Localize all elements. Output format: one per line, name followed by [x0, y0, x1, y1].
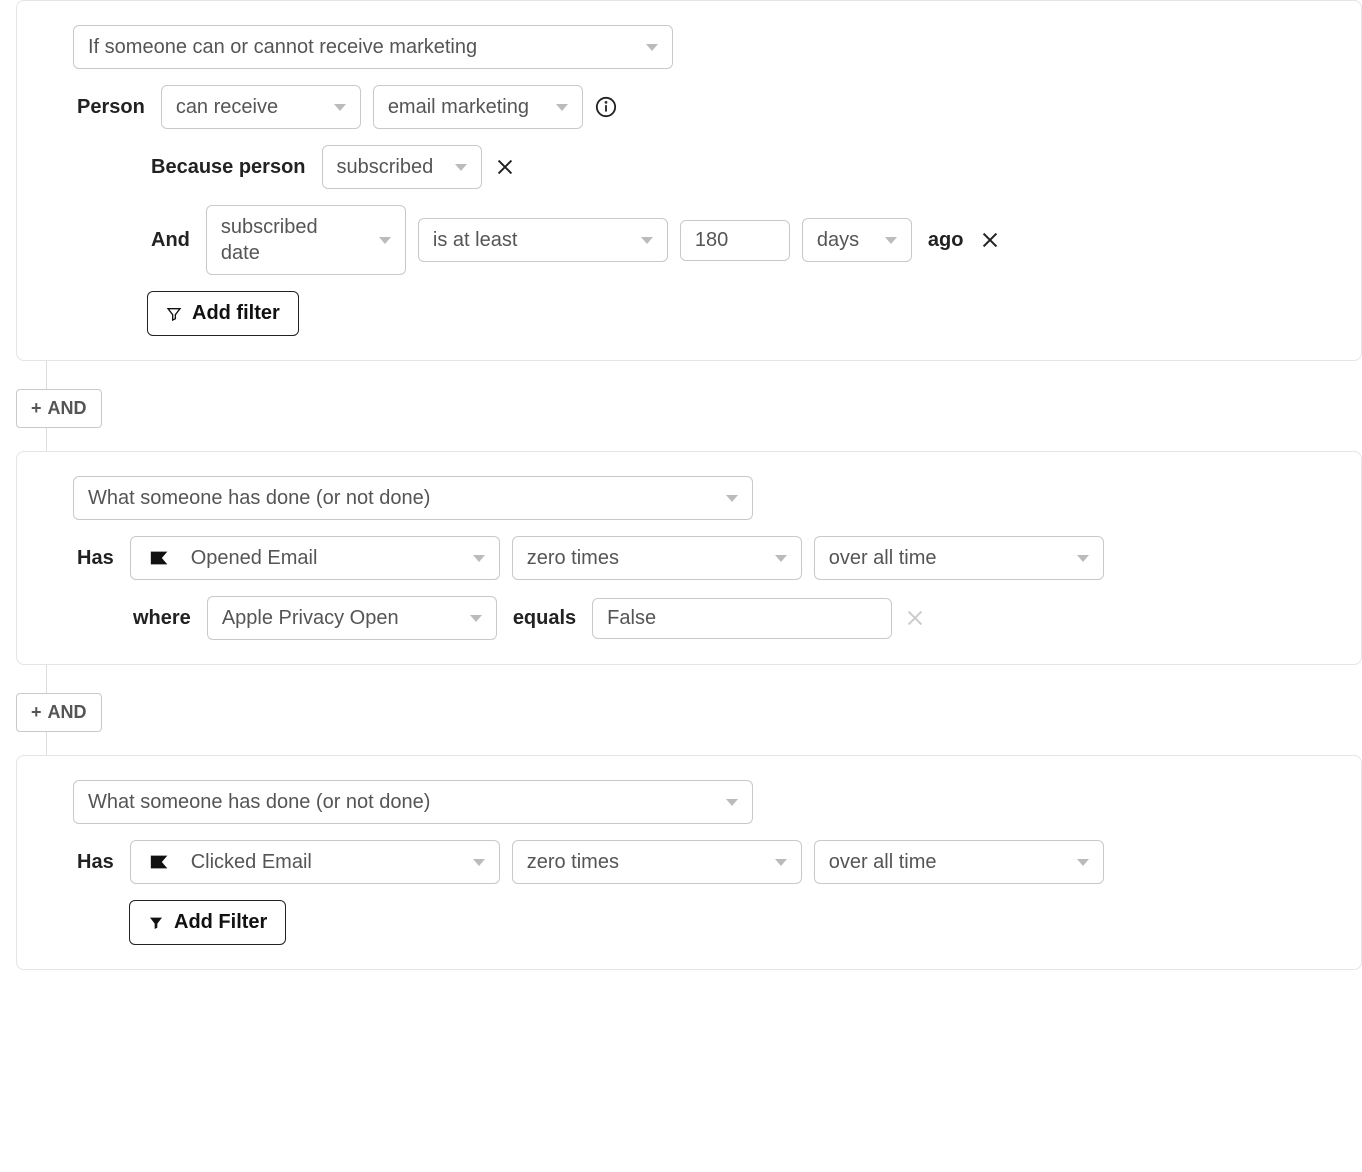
- ago-label: ago: [924, 229, 968, 252]
- condition-type-label: What someone has done (or not done): [88, 485, 708, 511]
- date-unit-value: days: [817, 227, 867, 253]
- remove-date-button[interactable]: [979, 229, 1001, 251]
- chevron-down-icon: [775, 859, 787, 866]
- chevron-down-icon: [646, 44, 658, 51]
- because-label: Because person: [147, 156, 310, 179]
- condition-card-2: What someone has done (or not done) Has …: [16, 451, 1362, 665]
- can-receive-value: can receive: [176, 94, 316, 120]
- where-op-label: equals: [509, 607, 580, 630]
- and-label: AND: [48, 398, 87, 419]
- flag-icon: [149, 853, 171, 871]
- and-connector-button[interactable]: + AND: [16, 389, 102, 428]
- date-unit-select[interactable]: days: [802, 218, 912, 262]
- funnel-icon: [166, 306, 182, 322]
- chevron-down-icon: [379, 237, 391, 244]
- chevron-down-icon: [726, 495, 738, 502]
- range-value: over all time: [829, 849, 1059, 875]
- add-filter-label: Add filter: [192, 302, 280, 325]
- range-select[interactable]: over all time: [814, 840, 1104, 884]
- condition-type-select[interactable]: If someone can or cannot receive marketi…: [73, 25, 673, 69]
- because-value: subscribed: [337, 154, 437, 180]
- can-receive-select[interactable]: can receive: [161, 85, 361, 129]
- condition-card-3: What someone has done (or not done) Has …: [16, 755, 1362, 970]
- chevron-down-icon: [470, 615, 482, 622]
- count-select[interactable]: zero times: [512, 536, 802, 580]
- metric-value: Opened Email: [191, 545, 455, 571]
- metric-select[interactable]: Clicked Email: [130, 840, 500, 884]
- chevron-down-icon: [334, 104, 346, 111]
- count-value: zero times: [527, 545, 757, 571]
- plus-icon: +: [31, 702, 42, 723]
- range-value: over all time: [829, 545, 1059, 571]
- chevron-down-icon: [473, 859, 485, 866]
- date-field-value: subscribed date: [221, 214, 361, 266]
- chevron-down-icon: [1077, 555, 1089, 562]
- condition-type-select[interactable]: What someone has done (or not done): [73, 780, 753, 824]
- because-select[interactable]: subscribed: [322, 145, 482, 189]
- where-prop-select[interactable]: Apple Privacy Open: [207, 596, 497, 640]
- condition-type-label: What someone has done (or not done): [88, 789, 708, 815]
- date-op-select[interactable]: is at least: [418, 218, 668, 262]
- info-icon[interactable]: [595, 96, 617, 118]
- add-filter-button[interactable]: Add filter: [147, 291, 299, 336]
- chevron-down-icon: [726, 799, 738, 806]
- connector-line: [46, 361, 47, 389]
- add-filter-label: Add Filter: [174, 911, 267, 934]
- flag-icon: [149, 549, 171, 567]
- metric-value: Clicked Email: [191, 849, 455, 875]
- where-label: where: [129, 607, 195, 630]
- chevron-down-icon: [1077, 859, 1089, 866]
- chevron-down-icon: [641, 237, 653, 244]
- add-filter-button[interactable]: Add Filter: [129, 900, 286, 945]
- chevron-down-icon: [885, 237, 897, 244]
- plus-icon: +: [31, 398, 42, 419]
- connector-2: + AND: [0, 665, 1362, 755]
- count-value: zero times: [527, 849, 757, 875]
- where-prop-value: Apple Privacy Open: [222, 605, 452, 631]
- remove-because-button[interactable]: [494, 156, 516, 178]
- funnel-icon: [148, 915, 164, 931]
- and-connector-button[interactable]: + AND: [16, 693, 102, 732]
- connector-1: + AND: [0, 361, 1362, 451]
- date-number-input[interactable]: [680, 220, 790, 261]
- condition-type-select[interactable]: What someone has done (or not done): [73, 476, 753, 520]
- where-value-input[interactable]: [592, 598, 892, 639]
- and-label: AND: [48, 702, 87, 723]
- date-field-select[interactable]: subscribed date: [206, 205, 406, 275]
- date-op-value: is at least: [433, 227, 623, 253]
- person-label: Person: [73, 96, 149, 119]
- channel-select[interactable]: email marketing: [373, 85, 583, 129]
- has-label: Has: [73, 851, 118, 874]
- condition-type-label: If someone can or cannot receive marketi…: [88, 34, 628, 60]
- remove-where-button[interactable]: [904, 607, 926, 629]
- chevron-down-icon: [455, 164, 467, 171]
- condition-card-1: If someone can or cannot receive marketi…: [16, 0, 1362, 361]
- connector-line: [46, 665, 47, 693]
- chevron-down-icon: [473, 555, 485, 562]
- channel-value: email marketing: [388, 94, 538, 120]
- chevron-down-icon: [775, 555, 787, 562]
- has-label: Has: [73, 547, 118, 570]
- and-label: And: [147, 229, 194, 252]
- chevron-down-icon: [556, 104, 568, 111]
- range-select[interactable]: over all time: [814, 536, 1104, 580]
- metric-select[interactable]: Opened Email: [130, 536, 500, 580]
- count-select[interactable]: zero times: [512, 840, 802, 884]
